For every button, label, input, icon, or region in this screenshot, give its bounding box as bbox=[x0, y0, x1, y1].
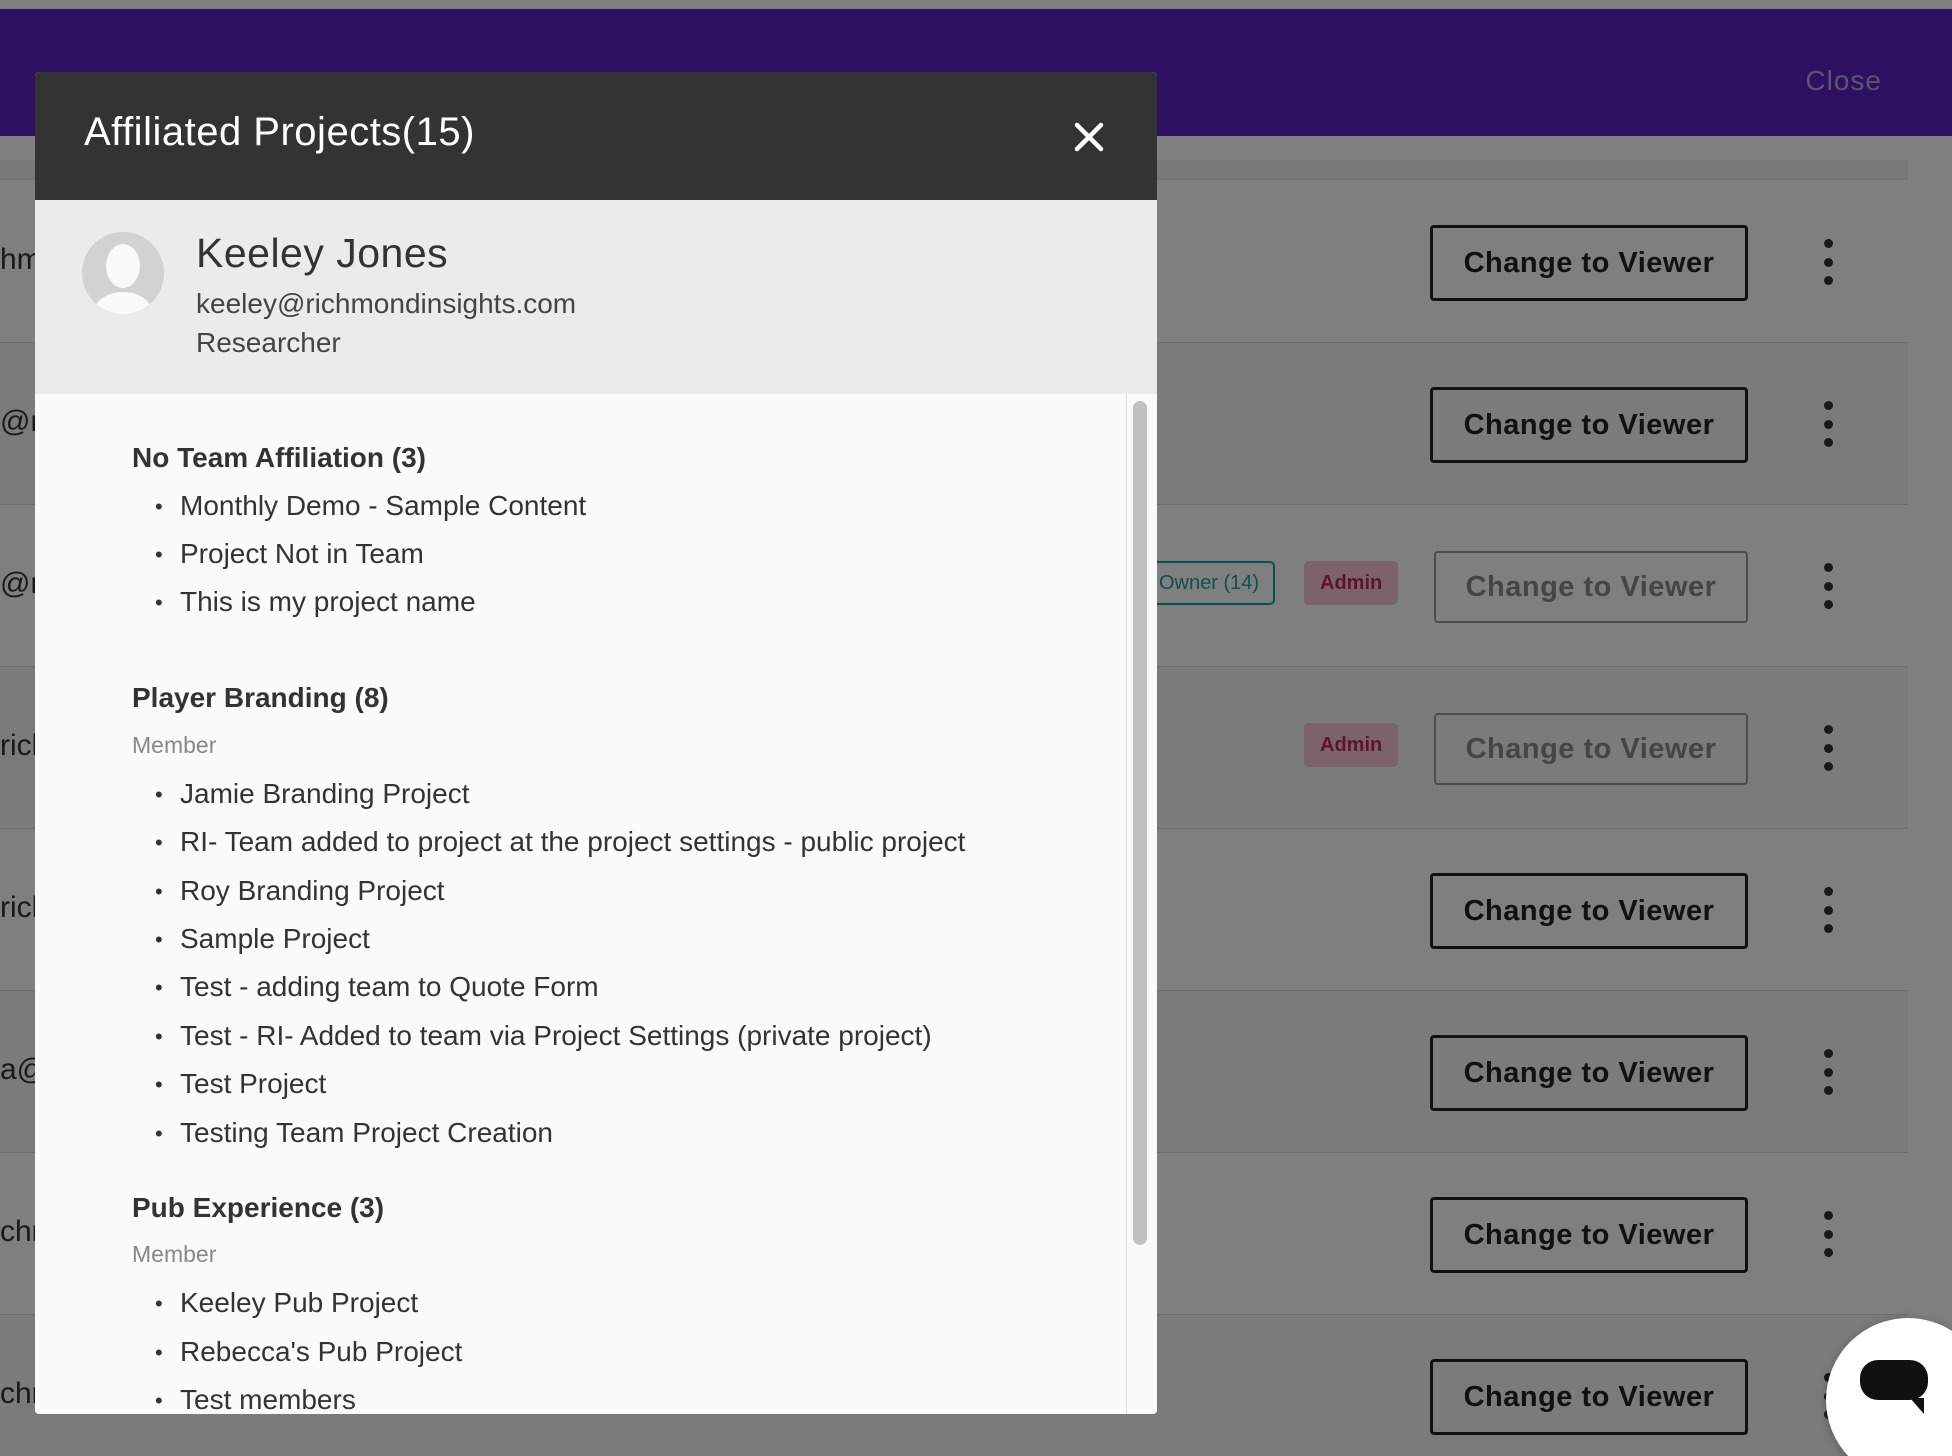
modal-header: Affiliated Projects(15) bbox=[35, 72, 1157, 200]
user-silhouette-icon bbox=[82, 232, 164, 314]
user-profile: Keeley Jones keeley@richmondinsights.com… bbox=[35, 200, 1157, 394]
user-email: keeley@richmondinsights.com bbox=[196, 288, 577, 319]
project-item: Test - adding team to Quote Form bbox=[155, 971, 599, 1005]
project-item: Jamie Branding Project bbox=[155, 778, 470, 812]
project-item: Test Project bbox=[155, 1068, 326, 1102]
project-item: Test - RI- Added to team via Project Set… bbox=[155, 1020, 932, 1054]
group-role: Member bbox=[132, 732, 217, 758]
project-item: Roy Branding Project bbox=[155, 875, 445, 909]
chat-widget-button[interactable] bbox=[1826, 1318, 1952, 1456]
affiliated-projects-modal: Affiliated Projects(15) Keeley Jones kee… bbox=[35, 72, 1157, 1414]
project-item: Sample Project bbox=[155, 923, 370, 957]
project-item: RI- Team added to project at the project… bbox=[155, 826, 965, 860]
project-item: Keeley Pub Project bbox=[155, 1287, 418, 1321]
project-item: Test members bbox=[155, 1384, 356, 1414]
group-title: Pub Experience (3) bbox=[132, 1192, 385, 1223]
project-item: Rebecca's Pub Project bbox=[155, 1336, 462, 1370]
avatar bbox=[82, 232, 164, 314]
group-title: Player Branding (8) bbox=[132, 682, 389, 713]
chat-icon bbox=[1860, 1360, 1928, 1414]
group-role: Member bbox=[132, 1241, 217, 1267]
project-item: Project Not in Team bbox=[155, 538, 424, 572]
scrollbar-thumb[interactable] bbox=[1133, 401, 1147, 1245]
project-item: Testing Team Project Creation bbox=[155, 1117, 553, 1151]
close-icon[interactable] bbox=[1069, 117, 1109, 157]
group-title: No Team Affiliation (3) bbox=[132, 442, 426, 473]
modal-title: Affiliated Projects(15) bbox=[84, 110, 475, 154]
projects-list[interactable]: No Team Affiliation (3) Monthly Demo - S… bbox=[35, 394, 1127, 1414]
user-name: Keeley Jones bbox=[196, 230, 449, 276]
user-role: Researcher bbox=[196, 327, 341, 358]
project-item: Monthly Demo - Sample Content bbox=[155, 490, 586, 524]
project-item: This is my project name bbox=[155, 586, 476, 620]
